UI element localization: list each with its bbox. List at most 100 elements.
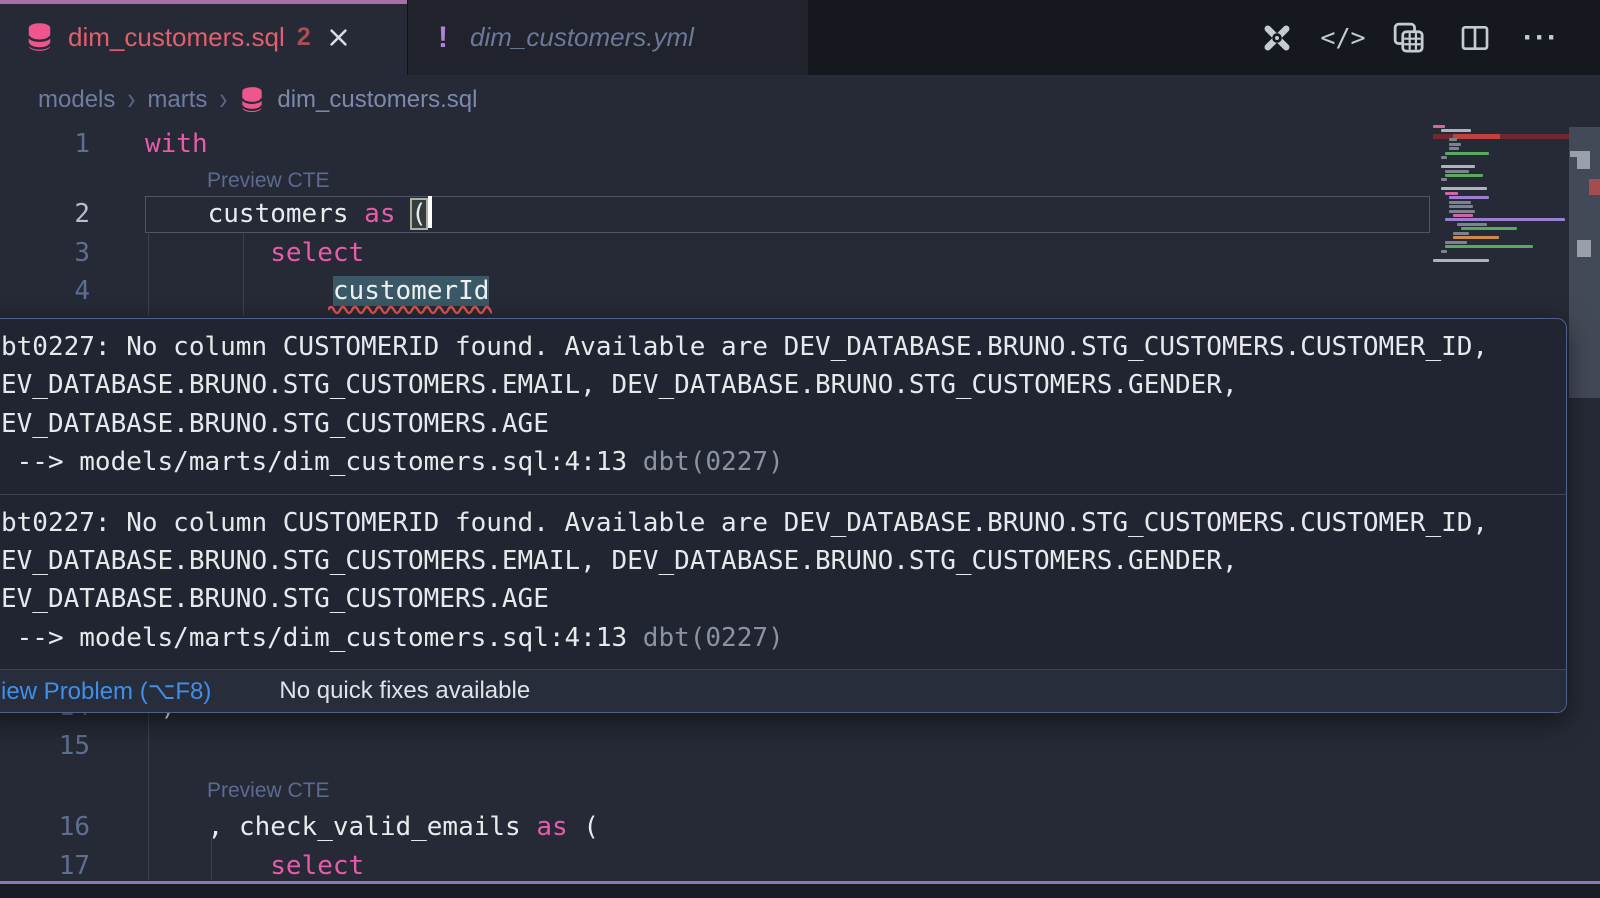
line-number: 3 (30, 234, 90, 272)
tab-dim-customers-sql[interactable]: dim_customers.sql 2 (0, 0, 408, 75)
dbt-icon[interactable] (1258, 19, 1296, 57)
minimap-code-line (1449, 196, 1489, 199)
minimap-code-line (1441, 156, 1447, 159)
code-token: customerId (333, 276, 490, 306)
minimap-code-line (1445, 192, 1458, 195)
diagnostic-text-line: EV_DATABASE.BRUNO.STG_CUSTOMERS.AGE (1, 405, 1546, 443)
minimap-code-line (1457, 223, 1487, 226)
diagnostic-location: --> models/marts/dim_customers.sql:4:13 (1, 623, 627, 653)
code-line[interactable]: , check_valid_emails as ( (208, 808, 599, 846)
minimap-code-line (1449, 143, 1461, 146)
diagnostic-text-line: bt0227: No column CUSTOMERID found. Avai… (1, 328, 1546, 366)
code-token (568, 812, 584, 842)
minimap-code-line (1449, 147, 1459, 150)
more-actions-icon[interactable]: ··· (1522, 19, 1560, 57)
diagnostic-text-line: EV_DATABASE.BRUNO.STG_CUSTOMERS.EMAIL, D… (1, 542, 1546, 580)
hover-status-bar: iew Problem (⌥F8) No quick fixes availab… (0, 669, 1566, 712)
minimap-code-line (1449, 205, 1473, 208)
code-line[interactable]: select (270, 847, 364, 881)
code-line[interactable]: with (145, 125, 208, 163)
diagnostic-message: bt0227: No column CUSTOMERID found. Avai… (0, 495, 1566, 670)
code-token: with (145, 129, 208, 159)
overview-ruler-mark (1589, 179, 1600, 195)
breadcrumb: models › marts › dim_customers.sql (38, 75, 477, 125)
minimap-code-line (1441, 129, 1471, 132)
code-line[interactable]: select (270, 234, 364, 272)
bottom-strip (0, 884, 1600, 898)
overview-ruler-mark (1577, 240, 1591, 257)
minimap-code-line (1453, 214, 1473, 217)
error-squiggle (328, 303, 492, 315)
text-cursor (428, 196, 432, 228)
diagnostic-location: --> models/marts/dim_customers.sql:4:13 (1, 447, 627, 477)
minimap-code-line (1433, 259, 1489, 262)
chevron-right-icon: › (219, 82, 227, 118)
chevron-right-icon: › (127, 82, 135, 118)
minimap-code-line (1445, 245, 1533, 248)
line-number: 4 (30, 272, 90, 310)
minimap-code-line (1433, 125, 1445, 128)
codelens-preview-cte[interactable]: Preview CTE (207, 166, 330, 196)
diagnostic-text-line: bt0227: No column CUSTOMERID found. Avai… (1, 504, 1546, 542)
code-token: as (364, 199, 395, 229)
diagnostic-source-code[interactable]: dbt(0227) (627, 447, 784, 477)
code-token (521, 812, 537, 842)
indent-guide (243, 234, 244, 316)
code-token: ( (583, 812, 599, 842)
database-icon (239, 86, 265, 114)
tab-label: dim_customers.sql (68, 22, 285, 53)
code-icon[interactable]: </> (1324, 19, 1362, 57)
breadcrumb-item-models[interactable]: models (38, 86, 115, 114)
vscode-window: 1 with Preview CTE 2 customers as ( 3 select 4 c… (0, 0, 1600, 898)
editor-tab-bar: dim_customers.sql 2 ! dim_customers.yml … (0, 0, 1600, 75)
code-token: ( (411, 199, 427, 229)
code-token: select (270, 238, 364, 268)
diagnostic-message: bt0227: No column CUSTOMERID found. Avai… (0, 319, 1566, 494)
line-number: 1 (30, 125, 90, 163)
breadcrumb-item-file[interactable]: dim_customers.sql (277, 86, 477, 114)
overview-ruler-mark (1577, 157, 1590, 169)
line-number: 15 (30, 727, 90, 765)
active-tab-accent (0, 0, 407, 4)
minimap-code-line (1445, 241, 1467, 244)
minimap-code-line (1461, 227, 1517, 230)
editor-actions: </> ··· (1258, 0, 1560, 75)
minimap-code-line (1445, 174, 1483, 177)
code-token: check_valid_emails (239, 812, 521, 842)
code-line[interactable]: customers as ( (208, 195, 432, 233)
minimap-code-line (1445, 218, 1565, 221)
indent-guide (148, 700, 149, 880)
warning-icon: ! (438, 21, 448, 55)
line-number: 2 (30, 195, 90, 233)
minimap-code-line (1445, 170, 1469, 173)
table-copy-icon[interactable] (1390, 19, 1428, 57)
close-icon[interactable] (327, 26, 350, 49)
minimap-error-core (1453, 134, 1500, 139)
code-token: , (208, 812, 239, 842)
breadcrumb-item-marts[interactable]: marts (147, 86, 207, 114)
minimap-code-line (1441, 187, 1487, 190)
minimap-code-line (1445, 152, 1489, 155)
line-number: 16 (30, 808, 90, 846)
split-editor-icon[interactable] (1456, 19, 1494, 57)
problem-count-badge: 2 (297, 23, 311, 52)
minimap-code-line (1453, 232, 1469, 235)
minimap[interactable] (1433, 125, 1565, 275)
line-number: 17 (30, 847, 90, 881)
diagnostic-text-line: EV_DATABASE.BRUNO.STG_CUSTOMERS.EMAIL, D… (1, 366, 1546, 404)
diagnostic-source-code[interactable]: dbt(0227) (627, 623, 784, 653)
tab-label: dim_customers.yml (470, 22, 694, 53)
database-icon (25, 22, 54, 53)
minimap-code-line (1449, 210, 1475, 213)
view-problem-link[interactable]: iew Problem (⌥F8) (1, 677, 211, 706)
indent-guide (148, 234, 149, 316)
minimap-code-line (1449, 138, 1457, 141)
diagnostic-location-line: --> models/marts/dim_customers.sql:4:13 … (1, 619, 1546, 657)
no-quick-fixes-label: No quick fixes available (279, 677, 530, 705)
code-token (395, 199, 411, 229)
minimap-code-line (1453, 236, 1499, 239)
minimap-code-line (1441, 165, 1475, 168)
tab-dim-customers-yml[interactable]: ! dim_customers.yml (408, 0, 808, 75)
codelens-preview-cte[interactable]: Preview CTE (207, 776, 330, 806)
minimap-code-line (1449, 201, 1471, 204)
